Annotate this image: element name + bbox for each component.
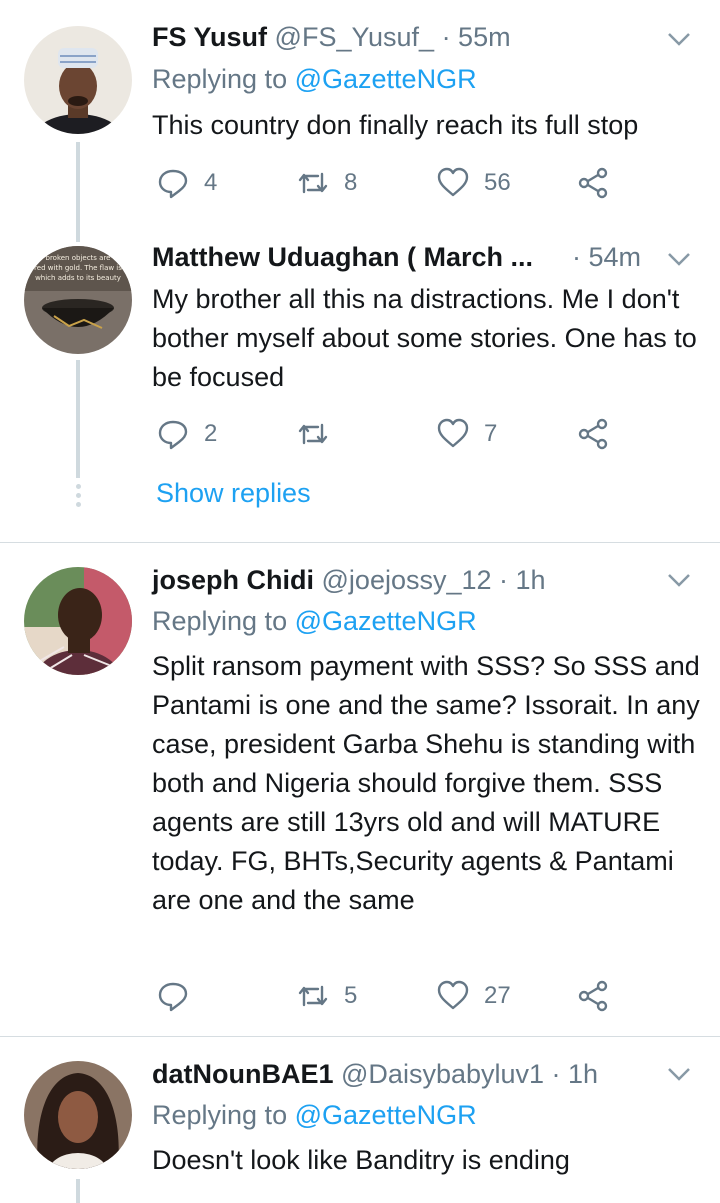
action-bar: 5 27 <box>152 976 632 1016</box>
like-count: 7 <box>484 420 498 447</box>
share-icon <box>578 980 608 1012</box>
thread-line <box>76 360 80 478</box>
tweet-text: This country don finally reach its full … <box>152 110 639 140</box>
timestamp[interactable]: · 55m <box>442 22 511 52</box>
share-button[interactable] <box>576 163 610 203</box>
retweet-button[interactable] <box>296 414 344 454</box>
reply-button[interactable] <box>156 976 204 1016</box>
share-button[interactable] <box>576 414 610 454</box>
display-name[interactable]: FS Yusuf <box>152 22 267 52</box>
like-button[interactable]: 56 <box>436 163 511 203</box>
author-line: datNounBAE1 @Daisybabyluv1 · 1h <box>152 1059 598 1090</box>
reply-icon <box>158 420 188 450</box>
timestamp[interactable]: · 1h <box>499 565 546 595</box>
user-handle[interactable]: @Daisybabyluv1 <box>341 1059 544 1089</box>
replying-prefix: Replying to <box>152 1100 288 1130</box>
chevron-down-icon[interactable] <box>664 244 694 274</box>
mention-link[interactable]: @GazetteNGR <box>295 606 477 636</box>
display-name[interactable]: joseph Chidi <box>152 565 314 595</box>
timestamp[interactable]: · 1h <box>552 1059 599 1089</box>
replying-prefix: Replying to <box>152 606 288 636</box>
heart-icon <box>437 167 469 197</box>
avatar[interactable] <box>24 567 132 675</box>
retweet-count: 5 <box>344 982 358 1009</box>
more-replies-dots <box>74 484 82 511</box>
author-line: FS Yusuf @FS_Yusuf_ · 55m <box>152 22 511 53</box>
thread-line <box>76 220 80 242</box>
avatar[interactable] <box>24 1061 132 1169</box>
retweet-count: 8 <box>344 169 358 196</box>
user-handle[interactable]: @joejossy_12 <box>322 565 492 595</box>
retweet-button[interactable]: 8 <box>296 163 357 203</box>
replying-to: Replying to @GazetteNGR <box>152 1100 477 1131</box>
like-button[interactable]: 7 <box>436 414 497 454</box>
chevron-down-icon[interactable] <box>664 24 694 54</box>
user-handle[interactable]: @FS_Yusuf_ <box>275 22 435 52</box>
like-count: 27 <box>484 982 511 1009</box>
tweet-joseph-chidi[interactable]: joseph Chidi @joejossy_12 · 1h Replying … <box>0 543 720 1036</box>
author-line: joseph Chidi @joejossy_12 · 1h <box>152 565 546 596</box>
action-bar: 4 8 56 <box>152 163 632 203</box>
tweet-text: My brother all this na distractions. Me … <box>152 284 697 392</box>
svg-text:broken objects are: broken objects are <box>46 254 111 262</box>
retweet-button[interactable]: 5 <box>296 976 357 1016</box>
svg-text:red with gold. The flaw is: red with gold. The flaw is <box>34 264 122 272</box>
retweet-icon <box>298 985 328 1007</box>
heart-icon <box>437 418 469 448</box>
thread-line <box>76 1179 80 1203</box>
show-replies-link[interactable]: Show replies <box>156 478 311 509</box>
display-name[interactable]: datNounBAE1 <box>152 1059 334 1089</box>
retweet-icon <box>298 423 328 445</box>
reply-button[interactable]: 2 <box>156 414 217 454</box>
like-count: 56 <box>484 169 511 196</box>
share-icon <box>578 167 608 199</box>
retweet-icon <box>298 172 328 194</box>
tweet-matthew-uduaghan[interactable]: broken objects are red with gold. The fl… <box>0 220 720 542</box>
svg-text:which adds to its beauty: which adds to its beauty <box>35 274 121 282</box>
reply-icon <box>158 982 188 1012</box>
mention-link[interactable]: @GazetteNGR <box>295 64 477 94</box>
display-name[interactable]: Matthew Uduaghan ( March ... <box>152 242 533 272</box>
tweet-text: Split ransom payment with SSS? So SSS an… <box>152 651 700 915</box>
tweet-datnounbae1[interactable]: datNounBAE1 @Daisybabyluv1 · 1h Replying… <box>0 1037 720 1203</box>
replying-prefix: Replying to <box>152 64 288 94</box>
reply-count: 2 <box>204 420 218 447</box>
timestamp[interactable]: · 54m <box>572 242 641 273</box>
author-line: Matthew Uduaghan ( March ... <box>152 242 533 273</box>
thread-line <box>76 142 80 220</box>
avatar[interactable] <box>24 26 132 134</box>
share-button[interactable] <box>576 976 610 1016</box>
reply-icon <box>158 169 188 199</box>
reply-count: 4 <box>204 169 218 196</box>
mention-link[interactable]: @GazetteNGR <box>295 1100 477 1130</box>
share-icon <box>578 418 608 450</box>
action-bar: 2 7 <box>152 414 632 454</box>
replying-to: Replying to @GazetteNGR <box>152 606 477 637</box>
tweet-fs-yusuf[interactable]: FS Yusuf @FS_Yusuf_ · 55m Replying to @G… <box>0 0 720 220</box>
like-button[interactable]: 27 <box>436 976 511 1016</box>
tweet-text: Doesn't look like Banditry is ending <box>152 1145 570 1175</box>
reply-button[interactable]: 4 <box>156 163 217 203</box>
heart-icon <box>437 980 469 1010</box>
avatar[interactable]: broken objects are red with gold. The fl… <box>24 246 132 354</box>
chevron-down-icon[interactable] <box>664 565 694 595</box>
replying-to: Replying to @GazetteNGR <box>152 64 477 95</box>
chevron-down-icon[interactable] <box>664 1059 694 1089</box>
